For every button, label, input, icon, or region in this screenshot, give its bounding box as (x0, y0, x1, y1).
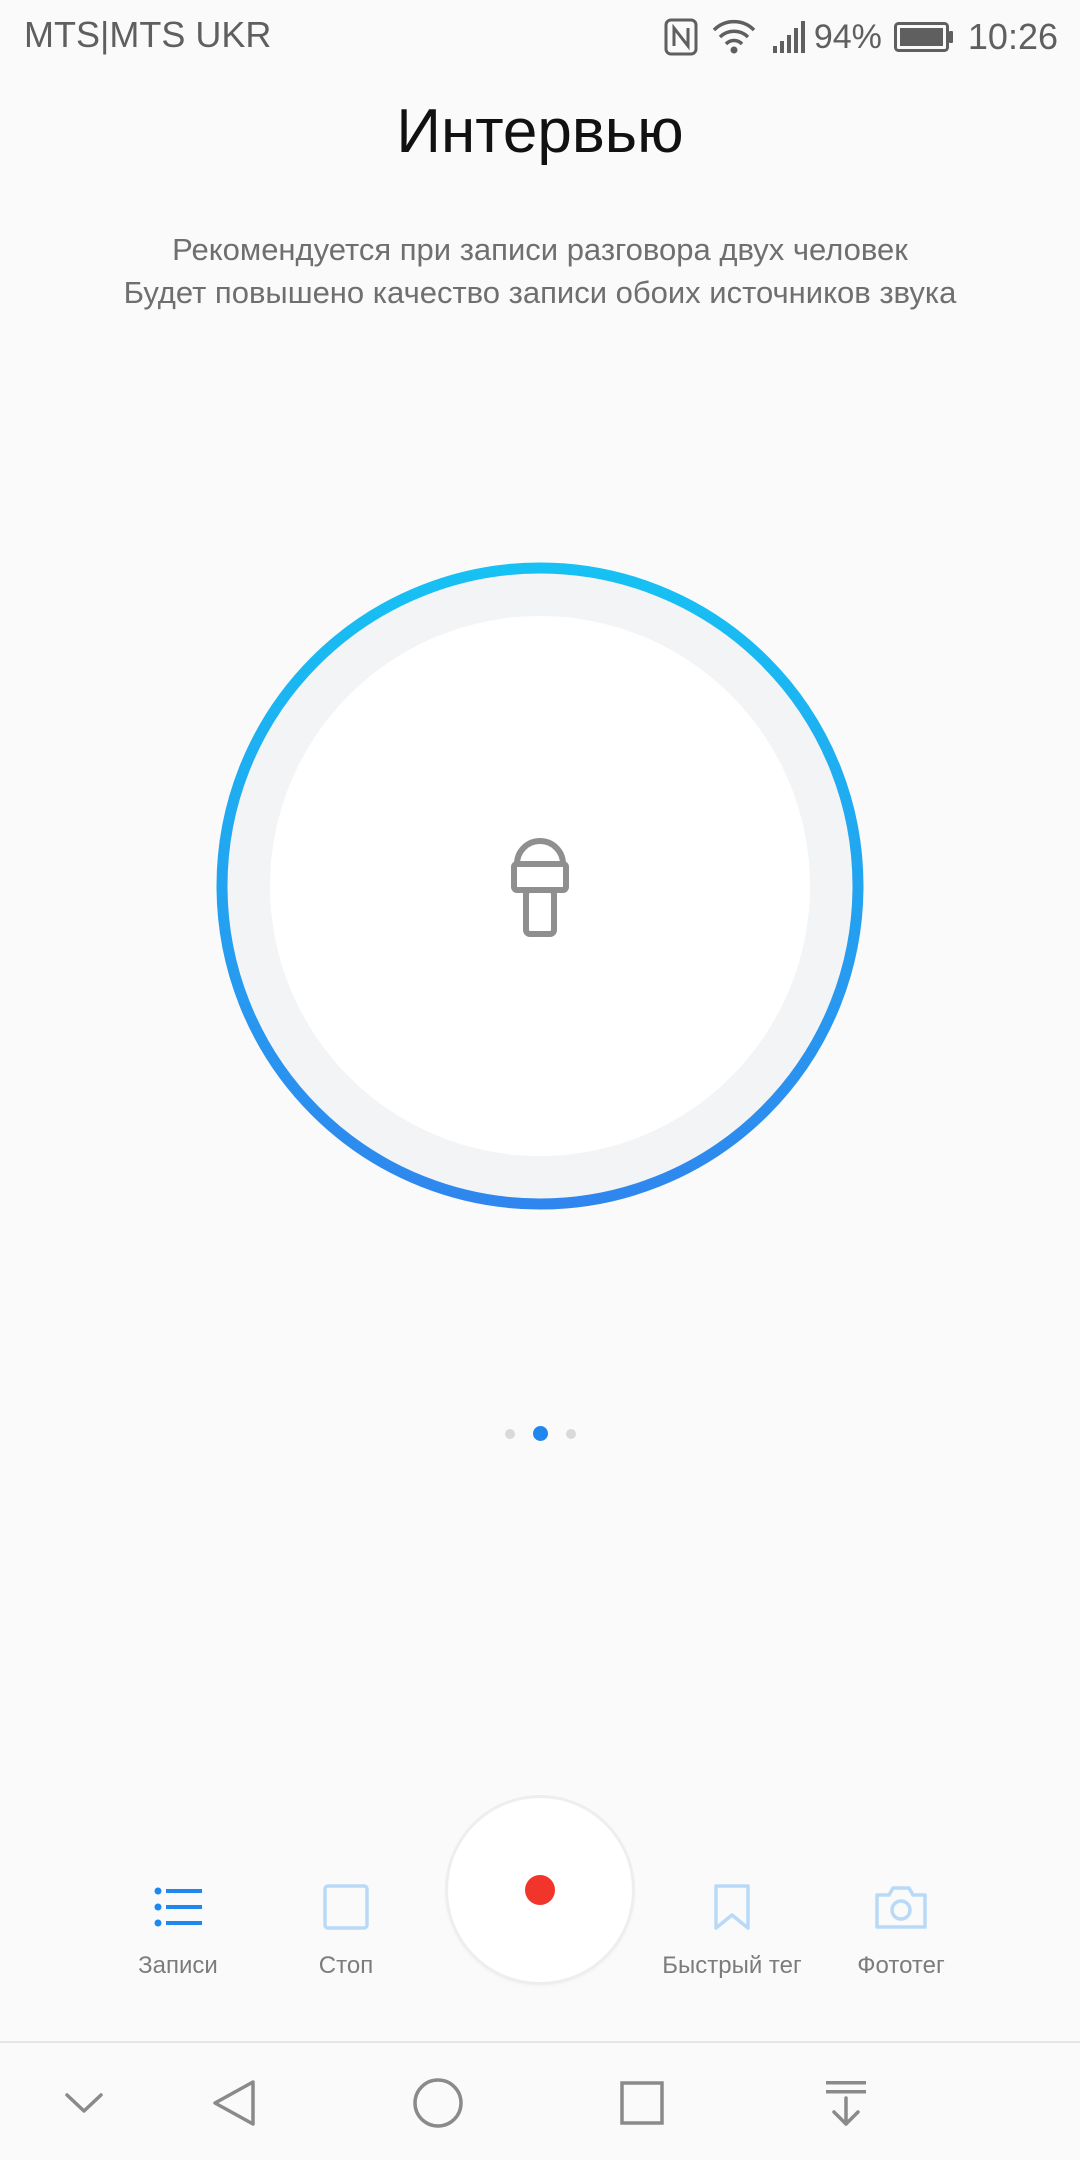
recording-mode-circle[interactable] (216, 562, 864, 1210)
camera-icon (874, 1882, 928, 1932)
pager-dot[interactable] (504, 1428, 515, 1439)
bookmark-icon (712, 1882, 752, 1932)
list-icon (154, 1882, 202, 1932)
pager-dot[interactable] (565, 1428, 576, 1439)
pager-dot-active[interactable] (532, 1426, 548, 1441)
chevron-down-icon[interactable] (54, 2073, 114, 2133)
navigation-bar (0, 2041, 1080, 2160)
voice-recorder-screen: MTS|MTS UKR 94% 10:26 Интервью Рекоменду… (0, 0, 1080, 2160)
record-button[interactable] (448, 1798, 632, 1982)
battery-percent: 94% (813, 17, 882, 56)
mode-title: Интервью (396, 97, 684, 166)
mode-description-line-1: Рекомендуется при записи разговора двух … (172, 232, 908, 267)
stop-icon (323, 1882, 369, 1932)
back-icon[interactable] (204, 2073, 264, 2133)
status-icons: 94% 10:26 (664, 14, 1058, 60)
signal-icon (772, 20, 808, 54)
carrier-name: MTS|MTS UKR (24, 14, 272, 55)
records-label: Записи (138, 1952, 218, 1979)
quick-tag-label: Быстрый тег (662, 1952, 802, 1979)
photo-tag-label: Фототег (857, 1952, 945, 1979)
stop-button[interactable]: Стоп (246, 1882, 446, 1980)
home-icon[interactable] (408, 2073, 468, 2133)
notification-pull-icon[interactable] (816, 2073, 876, 2133)
mode-pager (0, 1426, 1080, 1441)
nfc-icon (664, 18, 698, 56)
status-time: 10:26 (967, 16, 1058, 57)
record-dot-icon (525, 1875, 555, 1905)
microphone-icon (503, 828, 577, 944)
mode-description-line-2: Будет повышено качество записи обоих ист… (123, 275, 957, 310)
stop-label: Стоп (318, 1952, 374, 1979)
recents-icon[interactable] (612, 2073, 672, 2133)
status-bar: MTS|MTS UKR 94% 10:26 (0, 0, 1080, 76)
wifi-icon (712, 18, 756, 56)
battery-icon (893, 22, 954, 52)
photo-tag-button[interactable]: Фототег (801, 1882, 1001, 1980)
